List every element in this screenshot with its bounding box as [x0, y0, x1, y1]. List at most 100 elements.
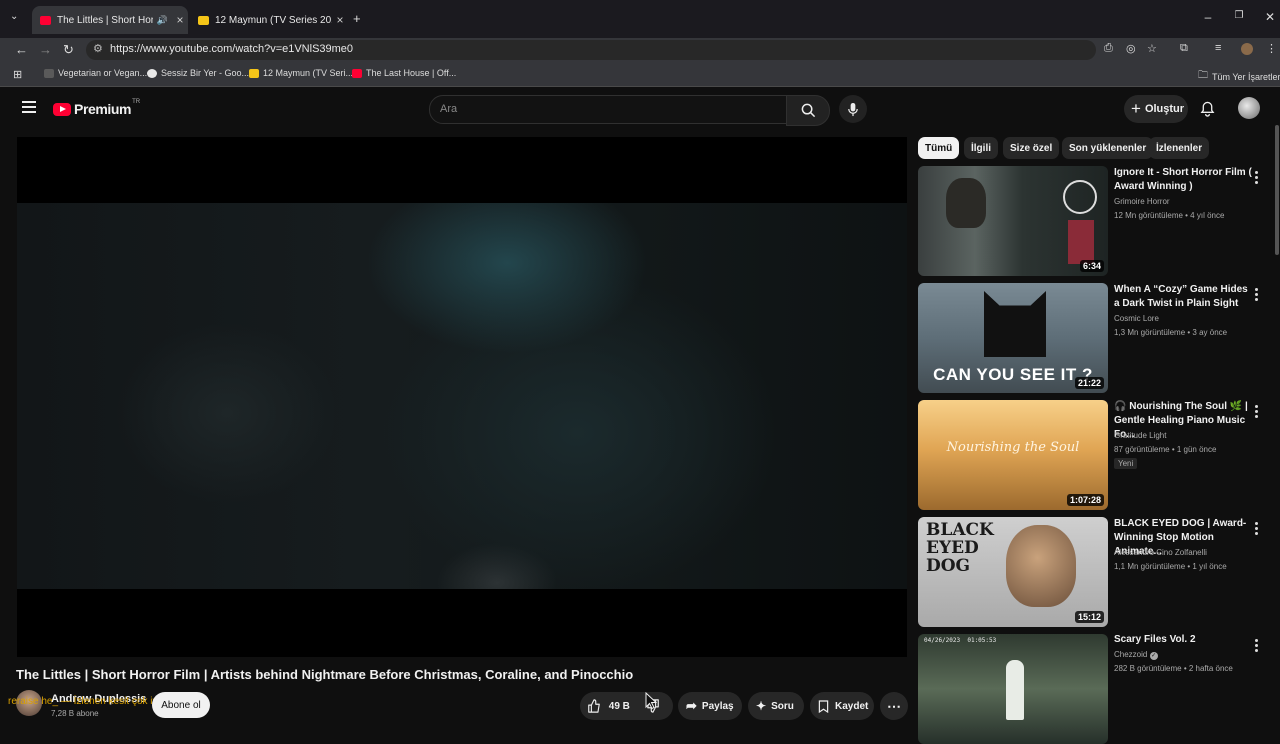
chip-recently-uploaded[interactable]: Son yüklenenler: [1062, 137, 1154, 159]
chip-for-you[interactable]: Size özel: [1003, 137, 1060, 159]
thumbnail-cozy-game[interactable]: CAN YOU SEE IT ? 21:22: [918, 283, 1108, 393]
menu-hamburger-icon[interactable]: [22, 101, 36, 116]
forward-icon[interactable]: →: [39, 42, 52, 57]
notifications-bell-icon[interactable]: [1200, 101, 1215, 122]
subscriber-count: 7,28 B abone: [51, 709, 99, 718]
address-toolbar: ← → ↻ ⚙ https://www.youtube.com/watch?v=…: [0, 38, 1280, 62]
more-actions-button[interactable]: ⋯: [880, 692, 908, 720]
minimize-button[interactable]: –: [1198, 10, 1218, 24]
like-button[interactable]: 49 B: [587, 699, 630, 713]
bookmark-the-last-house[interactable]: The Last House | Off...: [352, 68, 456, 78]
award-laurel-icon: [1063, 180, 1097, 214]
bookmark-sessiz-bir-yer[interactable]: Sessiz Bir Yer - Goo...: [147, 68, 249, 78]
bookmark-12-maymun[interactable]: 12 Maymun (TV Seri...: [249, 68, 353, 78]
thumbnail-black-eyed-dog[interactable]: BLACK EYED DOG 15:12: [918, 517, 1108, 627]
rec-channel[interactable]: Grimoire Horror: [1114, 197, 1170, 206]
rec-more-icon[interactable]: [1255, 288, 1259, 303]
search-input[interactable]: Ara: [429, 95, 787, 124]
thumbnail-nourishing-soul[interactable]: Nourishing the Soul 1:07:28: [918, 400, 1108, 510]
new-tab-button[interactable]: +: [353, 11, 361, 26]
imdb-favicon-icon: [249, 68, 259, 78]
chip-related[interactable]: İlgili: [964, 137, 998, 159]
close-tab-icon[interactable]: ×: [172, 13, 188, 27]
video-duration: 15:12: [1074, 611, 1104, 623]
rec-more-icon[interactable]: [1255, 522, 1259, 537]
rec-more-icon[interactable]: [1255, 639, 1259, 654]
browser-menu-icon[interactable]: ⋮: [1266, 42, 1277, 55]
tab-list-icon[interactable]: ⌄: [10, 11, 18, 22]
account-avatar[interactable]: [1238, 97, 1260, 119]
chip-watched[interactable]: İzlenenler: [1149, 137, 1210, 159]
back-icon[interactable]: ←: [15, 42, 28, 57]
microphone-icon: [848, 102, 858, 116]
folder-icon: 🗀: [1198, 70, 1208, 81]
cat-character: [984, 291, 1046, 357]
subscribe-button[interactable]: Abone ol: [152, 692, 210, 718]
site-info-icon[interactable]: ⚙: [93, 42, 103, 55]
youtube-premium-logo[interactable]: Premium TR: [53, 99, 140, 117]
rec-meta: 282 B görüntüleme • 2 hafta önce: [1114, 664, 1233, 673]
share-button[interactable]: ➦ Paylaş: [678, 692, 742, 720]
search-icon: [801, 103, 815, 118]
rec-more-icon[interactable]: [1255, 171, 1259, 186]
share-arrow-icon: ➦: [686, 698, 697, 713]
like-dislike-group: 49 B: [580, 692, 673, 720]
video-duration: 6:34: [1079, 260, 1104, 272]
maximize-button[interactable]: ❐: [1229, 10, 1249, 21]
hide-eye-icon[interactable]: ◎: [1126, 42, 1136, 55]
thumbnail-scary-files[interactable]: 04/26/2023 01:05:53: [918, 634, 1108, 744]
rec-title[interactable]: Ignore It - Short Horror Film ( Award Wi…: [1114, 166, 1252, 194]
bookmarks-bar: ⊞ Vegetarian or Vegan... Sessiz Bir Yer …: [0, 62, 1280, 87]
google-favicon-icon: [147, 68, 157, 78]
rec-channel[interactable]: Alessandro Cino Zolfanelli: [1114, 548, 1207, 557]
rec-more-icon[interactable]: [1255, 405, 1259, 420]
thumbnail-ignore-it[interactable]: 6:34: [918, 166, 1108, 276]
close-tab-icon[interactable]: ×: [332, 13, 348, 27]
puppet-face: [1006, 525, 1076, 607]
all-bookmarks-folder[interactable]: 🗀 Tüm Yer İşaretleri: [1198, 68, 1280, 85]
more-dots-icon: ⋯: [887, 697, 901, 714]
youtube-play-icon: [53, 102, 71, 116]
search-button[interactable]: [786, 95, 830, 126]
live-comment-overlay: reraise he_ — İzlenen kesit çok iyi: [8, 696, 160, 707]
reload-icon[interactable]: ↻: [63, 42, 74, 58]
extensions-icon[interactable]: ⧉: [1180, 42, 1188, 55]
cast-icon[interactable]: ⎙: [1104, 42, 1113, 55]
rec-title[interactable]: When A “Cozy” Game Hides a Dark Twist in…: [1114, 283, 1252, 311]
tab-the-littles[interactable]: The Littles | Short Horror Fil 🔊 ×: [32, 6, 188, 34]
speaker-icon[interactable]: 🔊: [157, 15, 168, 26]
rec-channel[interactable]: Cosmic Lore: [1114, 314, 1159, 323]
voice-search-button[interactable]: [839, 95, 867, 123]
chip-all[interactable]: Tümü: [918, 137, 960, 159]
address-bar[interactable]: ⚙ https://www.youtube.com/watch?v=e1VNlS…: [86, 40, 1096, 60]
profile-avatar[interactable]: [1241, 43, 1253, 55]
browser-tab-bar: ⌄ The Littles | Short Horror Fil 🔊 × 12 …: [0, 0, 1280, 38]
url-text[interactable]: https://www.youtube.com/watch?v=e1VNlS39…: [110, 43, 353, 55]
video-frame[interactable]: [17, 203, 907, 589]
bookmark-vegetarian[interactable]: Vegetarian or Vegan...: [44, 68, 147, 78]
ghost-figure: [1006, 660, 1024, 720]
rec-title[interactable]: Scary Files Vol. 2: [1114, 633, 1252, 647]
rec-meta: 12 Mn görüntüleme • 4 yıl önce: [1114, 211, 1225, 220]
new-badge: Yeni: [1114, 458, 1138, 469]
apps-grid-icon[interactable]: ⊞: [13, 68, 22, 81]
rec-channel[interactable]: Gratitude Light: [1114, 431, 1166, 440]
video-duration: 1:07:28: [1066, 494, 1104, 506]
ask-button[interactable]: ✦ Soru: [748, 692, 804, 720]
video-player[interactable]: [17, 137, 907, 657]
bookmark-star-icon[interactable]: ☆: [1147, 42, 1157, 55]
youtube-header: Premium TR Ara + Oluştur: [0, 87, 1280, 133]
create-button[interactable]: + Oluştur: [1124, 95, 1188, 123]
tab-title: 12 Maymun (TV Series 2015–20: [215, 14, 332, 26]
tab-12-maymun[interactable]: 12 Maymun (TV Series 2015–20 ×: [190, 6, 348, 34]
rec-meta: 1,1 Mn görüntüleme • 1 yıl önce: [1114, 562, 1227, 571]
save-button[interactable]: Kaydet: [810, 692, 874, 720]
rec-channel[interactable]: Chezzoid ✓: [1114, 650, 1158, 660]
bookmark-favicon-icon: [44, 68, 54, 78]
bookmark-icon: [818, 699, 829, 713]
close-window-button[interactable]: ✕: [1260, 10, 1280, 24]
page-scrollbar[interactable]: [1275, 125, 1279, 255]
video-duration: 21:22: [1074, 377, 1104, 389]
plus-icon: +: [1131, 99, 1141, 118]
reading-list-icon[interactable]: ≡: [1215, 42, 1221, 54]
